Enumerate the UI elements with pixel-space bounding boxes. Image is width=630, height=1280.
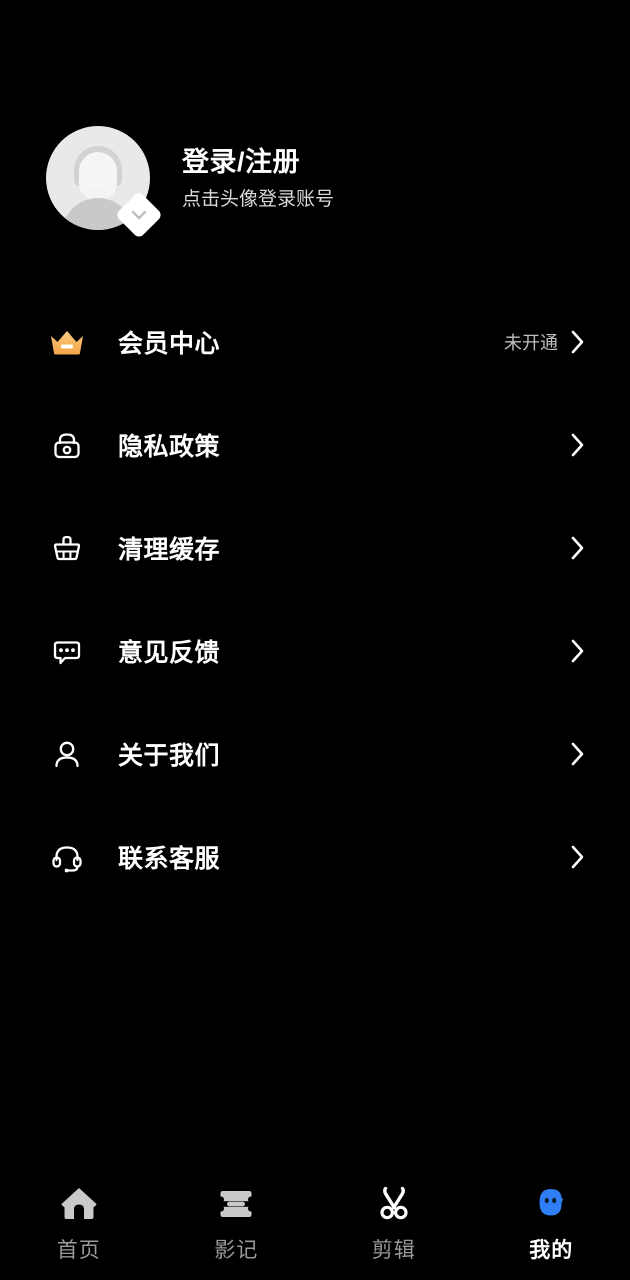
chevron-right-icon <box>570 638 586 664</box>
menu-item-privacy-policy[interactable]: 隐私政策 <box>0 393 630 496</box>
menu-item-label: 意见反馈 <box>118 638 221 667</box>
tab-mine[interactable]: 我的 <box>473 1180 630 1264</box>
chevron-right-icon <box>570 741 586 767</box>
menu-item-member-center[interactable]: 会员中心 未开通 <box>0 290 630 393</box>
headset-icon <box>46 836 88 878</box>
menu-item-label: 关于我们 <box>118 741 221 770</box>
chevron-right-icon <box>570 844 586 870</box>
menu-item-label: 会员中心 <box>118 329 221 358</box>
menu-item-label: 联系客服 <box>118 844 221 873</box>
ticket-icon <box>213 1180 259 1226</box>
tab-label: 我的 <box>529 1239 574 1262</box>
settings-menu-list: 会员中心 未开通 隐私政策 清理缓存 意见反馈 关于我们 联系客服 <box>0 290 630 908</box>
tab-gallery[interactable]: 影记 <box>158 1180 316 1264</box>
avatar[interactable] <box>46 126 164 240</box>
profile-header[interactable]: 登录/注册 点击头像登录账号 <box>0 126 630 240</box>
tab-label: 剪辑 <box>371 1239 416 1262</box>
tab-label: 影记 <box>214 1239 259 1262</box>
crown-icon <box>46 321 88 363</box>
menu-item-contact-support[interactable]: 联系客服 <box>0 805 630 908</box>
comment-icon <box>46 630 88 672</box>
user-icon <box>46 733 88 775</box>
profile-blob-icon <box>528 1180 574 1226</box>
menu-item-label: 隐私政策 <box>118 432 221 461</box>
profile-text-block: 登录/注册 点击头像登录账号 <box>182 145 334 212</box>
chevron-right-icon <box>570 535 586 561</box>
profile-title: 登录/注册 <box>182 146 301 177</box>
tab-edit[interactable]: 剪辑 <box>315 1180 473 1264</box>
tab-home[interactable]: 首页 <box>0 1180 158 1264</box>
profile-subtitle: 点击头像登录账号 <box>182 188 335 210</box>
member-status-text: 未开通 <box>504 332 558 353</box>
mine-page: 登录/注册 点击头像登录账号 会员中心 未开通 隐私政策 清理缓存 意见反馈 关… <box>0 0 630 1280</box>
home-icon <box>56 1180 102 1226</box>
menu-item-about-us[interactable]: 关于我们 <box>0 702 630 805</box>
lock-icon <box>46 424 88 466</box>
chevron-right-icon <box>570 432 586 458</box>
bottom-tab-bar: 首页 影记 剪辑 我的 <box>0 1168 630 1280</box>
broom-icon <box>46 527 88 569</box>
menu-item-clear-cache[interactable]: 清理缓存 <box>0 496 630 599</box>
menu-item-feedback[interactable]: 意见反馈 <box>0 599 630 702</box>
scissors-icon <box>371 1180 417 1226</box>
chevron-right-icon <box>570 329 586 355</box>
tab-label: 首页 <box>56 1239 101 1262</box>
menu-item-label: 清理缓存 <box>118 535 221 564</box>
